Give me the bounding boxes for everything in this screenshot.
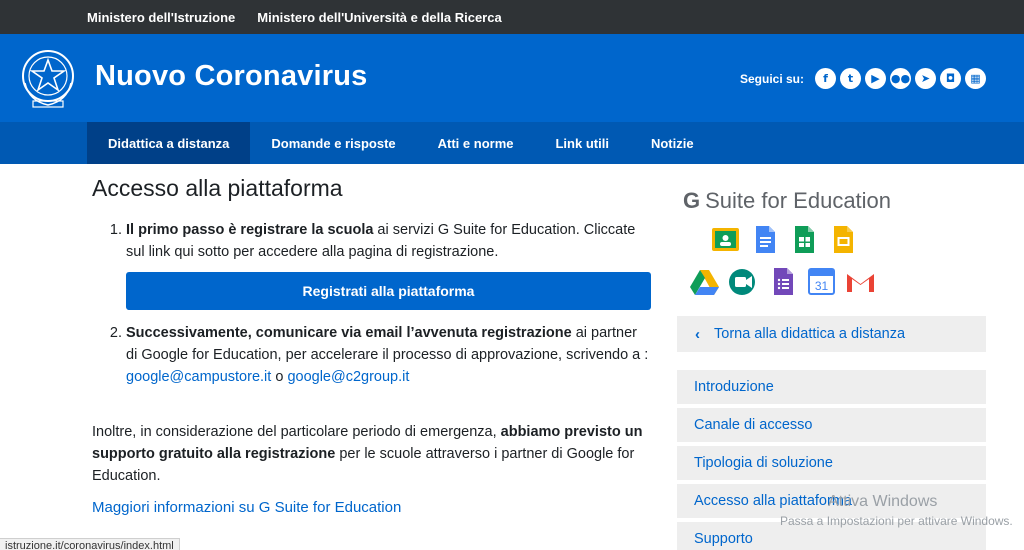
- activate-windows-title: Attiva Windows: [828, 493, 938, 510]
- page-title: Accesso alla piattaforma: [92, 175, 343, 201]
- meet-icon: [729, 269, 755, 295]
- classroom-icon: [712, 228, 739, 251]
- slides-icon: [834, 226, 853, 253]
- calendar-day: 31: [815, 279, 829, 293]
- gsuite-title-text: Suite for Education: [705, 188, 892, 213]
- ministry-universita-link[interactable]: Ministero dell'Università e della Ricerc…: [257, 10, 501, 25]
- nav-atti-e-norme[interactable]: Atti e norme: [417, 122, 535, 164]
- sheets-icon: [795, 226, 814, 253]
- main-nav: Didattica a distanza Domande e risposte …: [0, 122, 1024, 164]
- register-button[interactable]: Registrati alla piattaforma: [126, 272, 651, 310]
- back-to-didattica-link[interactable]: ‹ Torna alla didattica a distanza: [677, 316, 986, 352]
- windows-activation-watermark: Attiva Windows Passa a Impostazioni per …: [780, 493, 1013, 528]
- main-content: Accesso alla piattaforma Il primo passo …: [92, 175, 652, 516]
- gsuite-apps-row-1: [709, 223, 891, 256]
- email-c2group-link[interactable]: google@c2group.it: [287, 369, 409, 385]
- twitter-icon[interactable]: t: [840, 68, 861, 89]
- gmail-icon: [847, 272, 874, 292]
- social-links: Seguici su: f t ▶ ●● ➤ ◘ ▦: [740, 68, 986, 89]
- email-separator: o: [271, 369, 288, 385]
- instagram-icon[interactable]: ◘: [940, 68, 961, 89]
- gsuite-panel: G Suite for Education 31: [683, 188, 891, 298]
- more-info-link[interactable]: Maggiori informazioni su G Suite for Edu…: [92, 499, 652, 516]
- gsuite-g: G: [683, 188, 701, 213]
- support-paragraph: Inoltre, in considerazione del particola…: [92, 421, 652, 487]
- nav-didattica-a-distanza[interactable]: Didattica a distanza: [87, 122, 251, 164]
- youtube-icon[interactable]: ▶: [865, 68, 886, 89]
- nav-link-utili[interactable]: Link utili: [534, 122, 629, 164]
- back-label: Torna alla didattica a distanza: [714, 326, 906, 342]
- chevron-left-icon: ‹: [695, 325, 700, 343]
- step-1-bold: Il primo passo è registrare la scuola: [126, 222, 374, 238]
- social-label: Seguici su:: [739, 71, 804, 86]
- sidebar-item-tipologia-di-soluzione[interactable]: Tipologia di soluzione: [677, 446, 986, 480]
- nav-domande-e-risposte[interactable]: Domande e risposte: [250, 122, 416, 164]
- step-2: Successivamente, comunicare via email l’…: [126, 322, 652, 388]
- ministry-topbar: Ministero dell'Istruzione Ministero dell…: [0, 0, 1024, 34]
- activate-windows-text: Passa a Impostazioni per attivare Window…: [780, 514, 1013, 528]
- facebook-icon[interactable]: f: [815, 68, 836, 89]
- step-1: Il primo passo è registrare la scuola ai…: [126, 219, 652, 310]
- step-2-bold: Successivamente, comunicare via email l’…: [126, 325, 572, 341]
- gsuite-apps-row-2: 31: [688, 265, 891, 298]
- site-title[interactable]: Nuovo Coronavirus: [95, 60, 368, 93]
- status-bar-url: istruzione.it/coronavirus/index.html: [0, 538, 180, 550]
- support-text-start: Inoltre, in considerazione del particola…: [92, 424, 501, 440]
- calendar-icon: 31: [808, 268, 835, 295]
- site-header: Nuovo Coronavirus Seguici su: f t ▶ ●● ➤…: [0, 34, 1024, 122]
- ministry-istruzione-link[interactable]: Ministero dell'Istruzione: [87, 10, 235, 25]
- docs-icon: [756, 226, 775, 253]
- email-campustore-link[interactable]: google@campustore.it: [126, 369, 271, 385]
- forms-icon: [774, 268, 793, 295]
- sidebar-item-canale-di-accesso[interactable]: Canale di accesso: [677, 408, 986, 442]
- sidebar-item-introduzione[interactable]: Introduzione: [677, 370, 986, 404]
- steps-list: Il primo passo è registrare la scuola ai…: [126, 219, 652, 388]
- flickr-icon[interactable]: ●●: [890, 68, 911, 89]
- drive-icon: [690, 270, 719, 295]
- republic-emblem-icon[interactable]: [17, 43, 79, 113]
- feed-icon[interactable]: ▦: [965, 68, 986, 89]
- gsuite-title[interactable]: G Suite for Education: [683, 188, 891, 214]
- telegram-icon[interactable]: ➤: [915, 68, 936, 89]
- nav-notizie[interactable]: Notizie: [630, 122, 715, 164]
